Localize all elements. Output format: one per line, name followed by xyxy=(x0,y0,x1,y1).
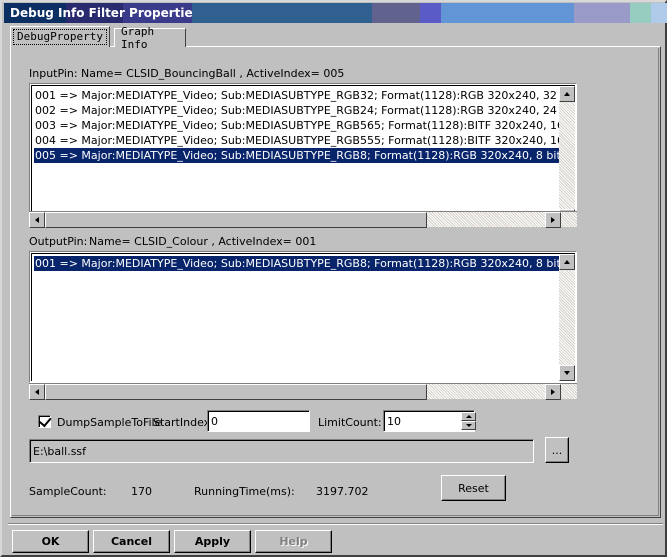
tab-debug-property-label: DebugProperty xyxy=(12,29,108,45)
output-pin-listbox[interactable]: 001 => Major:MEDIATYPE_Video; Sub:MEDIAS… xyxy=(29,251,577,383)
sample-count-label: SampleCount: xyxy=(29,485,107,498)
start-index-input[interactable]: 0 xyxy=(207,410,310,432)
reset-button-label: Reset xyxy=(458,481,489,495)
stepper-down-button[interactable] xyxy=(461,421,476,430)
tab-debug-property[interactable]: DebugProperty xyxy=(10,26,110,47)
output-pin-listbox-inner: 001 => Major:MEDIATYPE_Video; Sub:MEDIAS… xyxy=(31,253,575,381)
input-pin-listbox-inner: 001 => Major:MEDIATYPE_Video; Sub:MEDIAS… xyxy=(31,85,575,225)
scroll-down-button[interactable] xyxy=(559,365,575,381)
stepper-up-button[interactable] xyxy=(461,412,476,421)
dump-sample-to-file-checkbox[interactable] xyxy=(38,413,52,428)
tab-strip: DebugProperty Graph Info xyxy=(10,25,660,51)
arrow-left-icon xyxy=(35,217,39,223)
list-item[interactable]: 003 => Major:MEDIATYPE_Video; Sub:MEDIAS… xyxy=(34,118,562,133)
help-button: Help xyxy=(255,530,332,553)
output-pin-rows: 001 => Major:MEDIATYPE_Video; Sub:MEDIAS… xyxy=(34,256,562,271)
title-bar-gradient-4 xyxy=(441,3,574,23)
arrow-right-icon xyxy=(551,217,555,223)
output-pin-label: OutputPin: xyxy=(29,235,88,248)
scroll-left-button[interactable] xyxy=(29,384,45,400)
list-item[interactable]: 004 => Major:MEDIATYPE_Video; Sub:MEDIAS… xyxy=(34,133,562,148)
output-pin-name-label: Name= CLSID_Colour , ActiveIndex= 001 xyxy=(89,235,317,248)
file-path-input[interactable]: E:\ball.ssf xyxy=(29,439,534,463)
input-pin-name-label: Name= CLSID_BouncingBall , ActiveIndex= … xyxy=(81,67,345,80)
title-bar-gradient-6 xyxy=(630,3,651,23)
tab-graph-info-label: Graph Info xyxy=(121,25,155,51)
list-item-selected[interactable]: 001 => Major:MEDIATYPE_Video; Sub:MEDIAS… xyxy=(34,256,562,271)
dump-sample-to-file-label: DumpSampleToFile xyxy=(57,416,162,429)
ok-button[interactable]: OK xyxy=(12,530,89,553)
scroll-left-button[interactable] xyxy=(29,212,45,228)
arrow-up-icon xyxy=(564,260,570,264)
tab-graph-info[interactable]: Graph Info xyxy=(114,25,186,51)
help-button-label: Help xyxy=(279,535,308,548)
input-pin-rows: 001 => Major:MEDIATYPE_Video; Sub:MEDIAS… xyxy=(34,88,562,163)
arrow-right-icon xyxy=(551,389,555,395)
sample-count-value: 170 xyxy=(131,485,152,498)
start-index-label: StartIndex: xyxy=(153,416,214,429)
cancel-button-label: Cancel xyxy=(110,535,153,548)
start-index-value: 0 xyxy=(208,411,309,431)
arrow-left-icon xyxy=(35,389,39,395)
input-pin-listbox[interactable]: 001 => Major:MEDIATYPE_Video; Sub:MEDIAS… xyxy=(29,83,577,227)
dialog-window: Debug Info Filter Properties DebugProper… xyxy=(0,0,667,557)
arrow-up-icon xyxy=(465,415,472,418)
scroll-up-button[interactable] xyxy=(559,86,575,102)
input-pin-hscrollbar[interactable] xyxy=(29,211,577,228)
footer-separator xyxy=(8,523,663,525)
title-bar-gradient-5 xyxy=(574,3,630,23)
limit-count-stepper[interactable] xyxy=(461,412,476,430)
arrow-down-icon xyxy=(465,424,472,427)
apply-button-label: Apply xyxy=(194,535,231,548)
title-bar-gradient-7 xyxy=(651,3,667,23)
title-bar-gradient-3 xyxy=(420,3,441,23)
input-pin-vscrollbar[interactable] xyxy=(559,86,575,225)
scroll-right-button[interactable] xyxy=(545,212,561,228)
title-bar-gradient-1 xyxy=(192,3,372,23)
apply-button[interactable]: Apply xyxy=(174,530,251,553)
hscroll-thumb[interactable] xyxy=(45,384,427,400)
title-bar-gradient-2 xyxy=(372,3,420,23)
browse-button[interactable]: ... xyxy=(545,437,569,463)
running-time-value: 3197.702 xyxy=(316,485,369,498)
scroll-right-button[interactable] xyxy=(545,384,561,400)
list-item-selected[interactable]: 005 => Major:MEDIATYPE_Video; Sub:MEDIAS… xyxy=(34,148,562,163)
window-title: Debug Info Filter Properties xyxy=(4,3,200,23)
limit-count-label: LimitCount: xyxy=(318,416,382,429)
tab-body-panel: InputPin: Name= CLSID_BouncingBall , Act… xyxy=(10,46,661,518)
ok-button-label: OK xyxy=(41,535,60,548)
output-pin-vscrollbar[interactable] xyxy=(559,254,575,381)
reset-button[interactable]: Reset xyxy=(441,475,506,501)
browse-button-label: ... xyxy=(551,443,563,457)
arrow-up-icon xyxy=(564,92,570,96)
arrow-down-icon xyxy=(564,371,570,375)
list-item[interactable]: 001 => Major:MEDIATYPE_Video; Sub:MEDIAS… xyxy=(34,88,562,103)
scroll-up-button[interactable] xyxy=(559,254,575,270)
title-bar: Debug Info Filter Properties xyxy=(4,3,667,23)
cancel-button[interactable]: Cancel xyxy=(93,530,170,553)
output-pin-hscrollbar[interactable] xyxy=(29,383,577,400)
input-pin-label: InputPin: xyxy=(29,67,78,80)
file-path-value: E:\ball.ssf xyxy=(30,440,533,462)
list-item[interactable]: 002 => Major:MEDIATYPE_Video; Sub:MEDIAS… xyxy=(34,103,562,118)
hscroll-thumb[interactable] xyxy=(45,212,427,228)
running-time-label: RunningTime(ms): xyxy=(194,485,295,498)
